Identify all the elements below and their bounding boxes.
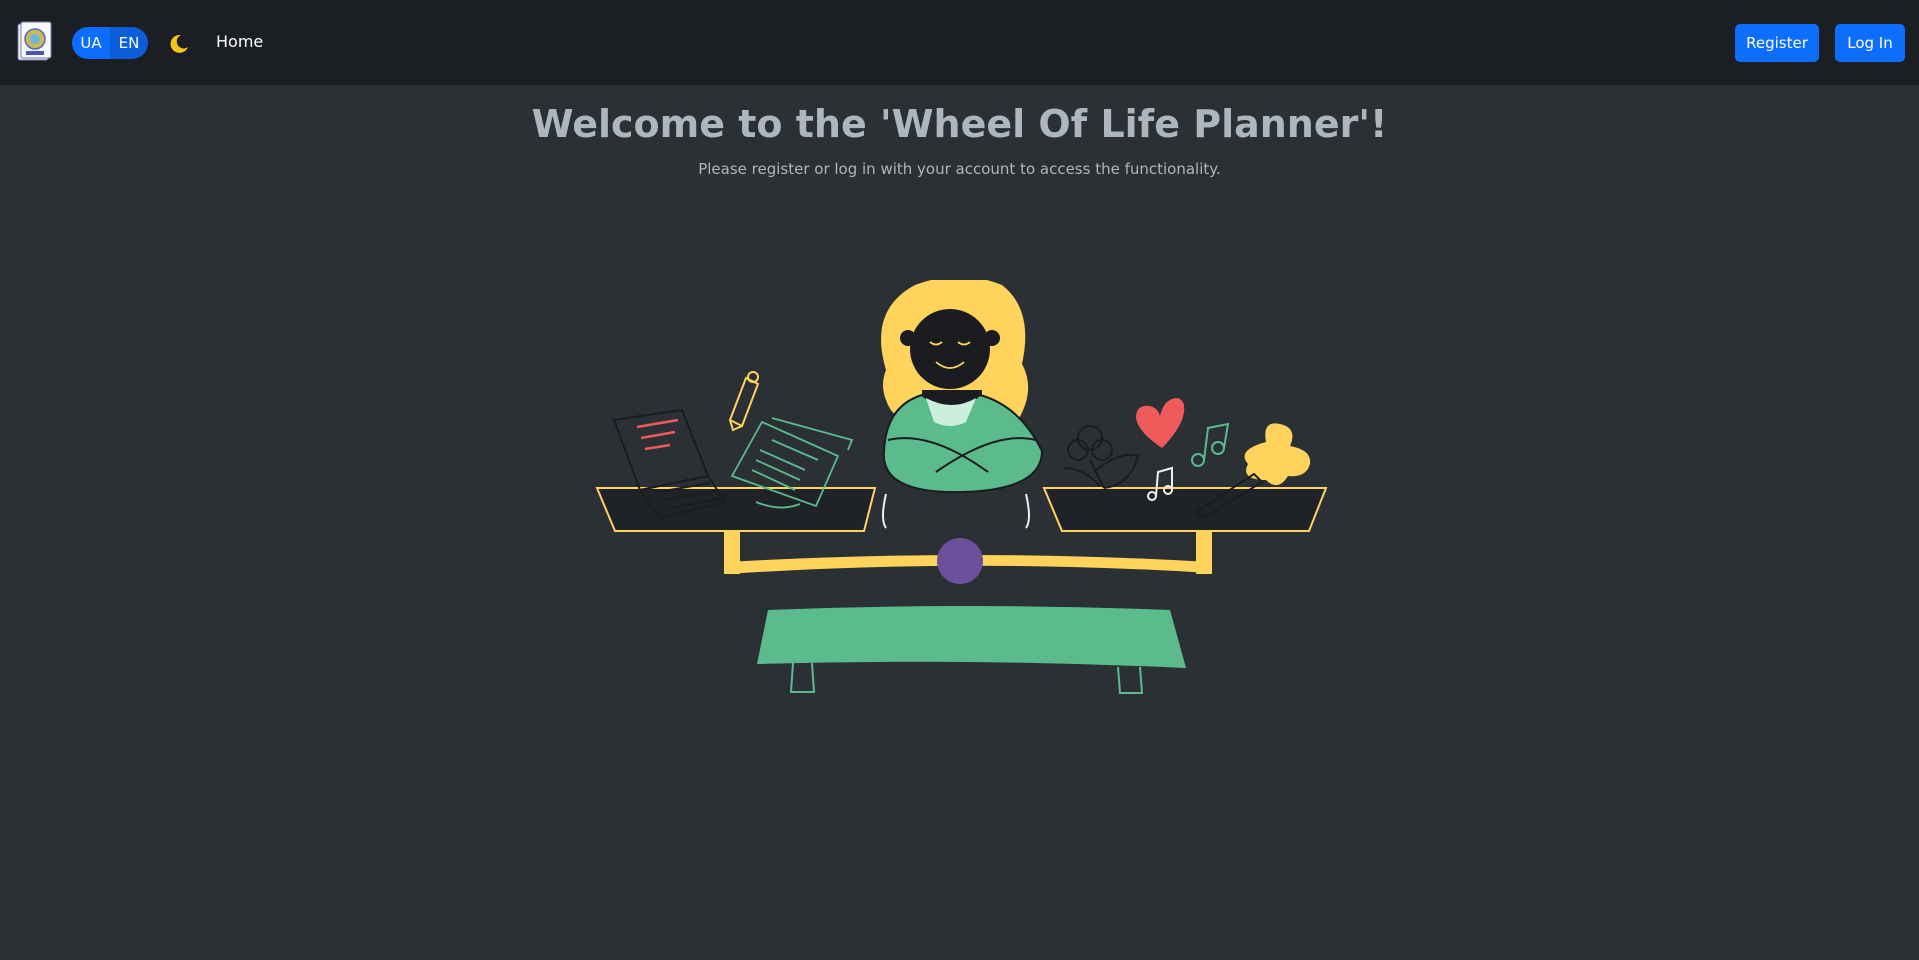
login-button[interactable]: Log In xyxy=(1835,24,1905,62)
right-pan xyxy=(1042,398,1328,532)
palette-icon xyxy=(1244,423,1311,486)
register-button[interactable]: Register xyxy=(1735,24,1819,62)
left-pan xyxy=(595,371,877,532)
balance-scale-illustration xyxy=(595,280,1328,694)
lang-en-button[interactable]: EN xyxy=(110,27,148,59)
flower-icon xyxy=(1063,425,1140,489)
lang-ua-button[interactable]: UA xyxy=(72,27,110,59)
heart-icon xyxy=(1136,398,1185,448)
moon-icon[interactable] xyxy=(167,32,191,56)
page-title: Welcome to the 'Wheel Of Life Planner'! xyxy=(531,102,1388,146)
scale-base xyxy=(757,606,1186,694)
page-subtitle: Please register or log in with your acco… xyxy=(698,160,1221,178)
nav-home-link[interactable]: Home xyxy=(216,32,263,51)
scale-beam xyxy=(724,530,1212,584)
music-notes-icon xyxy=(1191,422,1230,467)
language-switcher: UA EN xyxy=(72,27,148,59)
top-navbar: UA EN Home Register Log In xyxy=(0,0,1919,85)
person-figure xyxy=(881,280,1044,529)
pencil-icon xyxy=(728,371,760,432)
app-logo-icon[interactable] xyxy=(15,20,53,64)
